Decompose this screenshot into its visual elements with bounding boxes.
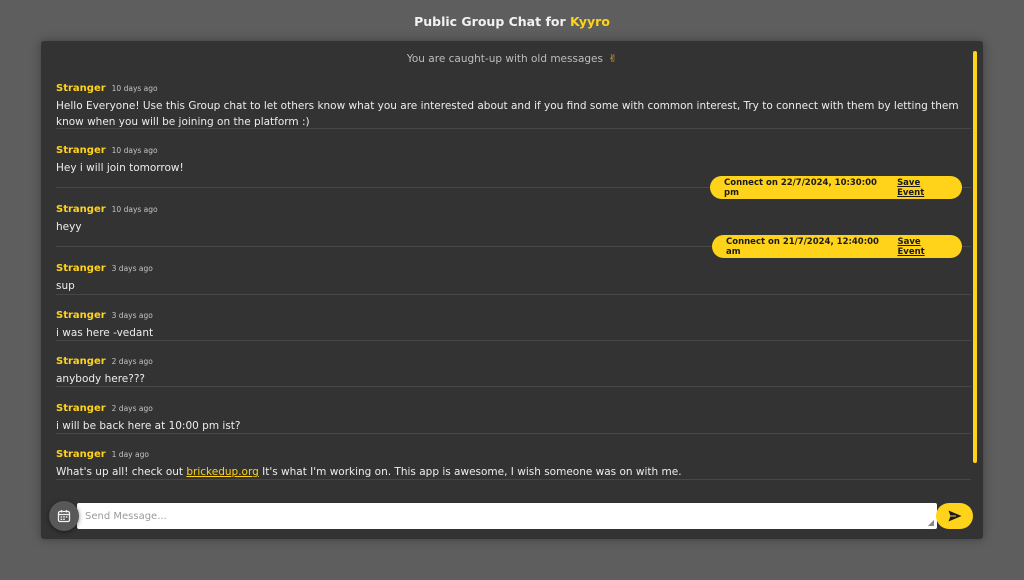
resize-handle-icon[interactable]: ◢ xyxy=(928,519,934,527)
message-text: i was here -vedant xyxy=(56,327,154,339)
message-link[interactable]: brickedup.org xyxy=(186,466,258,478)
message-author[interactable]: Stranger xyxy=(56,356,106,367)
message-text-before: What's up all! check out xyxy=(56,466,187,478)
chat-message: Stranger 2 days ago i will be back here … xyxy=(56,403,971,434)
chat-message: Stranger 3 days ago i was here -vedant xyxy=(56,310,971,341)
message-author[interactable]: Stranger xyxy=(56,263,106,274)
caught-up-text: You are caught-up with old messages xyxy=(406,53,603,65)
message-text-after: It's what I'm working on. This app is aw… xyxy=(258,466,682,478)
message-text: sup xyxy=(56,280,75,292)
message-input[interactable] xyxy=(77,503,937,529)
message-text: anybody here??? xyxy=(56,373,145,385)
message-author[interactable]: Stranger xyxy=(56,145,106,156)
message-text: heyy xyxy=(56,221,82,233)
message-text: Hello Everyone! Use this Group chat to l… xyxy=(56,100,959,128)
chat-message: Stranger 3 days ago sup xyxy=(56,263,971,295)
message-time: 3 days ago xyxy=(111,311,153,320)
message-time: 10 days ago xyxy=(111,84,158,93)
brand-name: Kyyro xyxy=(570,14,610,29)
message-author[interactable]: Stranger xyxy=(56,310,106,321)
event-label: Connect on 22/7/2024, 10:30:00 pm xyxy=(724,177,877,198)
message-time: 1 day ago xyxy=(111,450,149,459)
message-author[interactable]: Stranger xyxy=(56,204,106,215)
save-event-button[interactable]: Save Event xyxy=(897,237,948,257)
message-text: Hey i will join tomorrow! xyxy=(56,162,184,174)
scrollbar[interactable] xyxy=(973,51,977,463)
event-card: Connect on 22/7/2024, 10:30:00 pm Save E… xyxy=(710,176,962,199)
message-text: i will be back here at 10:00 pm ist? xyxy=(56,420,241,432)
message-time: 2 days ago xyxy=(111,404,153,413)
message-author[interactable]: Stranger xyxy=(56,403,106,414)
calendar-icon xyxy=(57,510,71,523)
calendar-button[interactable] xyxy=(49,501,79,531)
page-title-prefix: Public Group Chat for xyxy=(414,14,570,29)
chat-message: Stranger 1 day ago What's up all! check … xyxy=(56,449,971,480)
send-button[interactable] xyxy=(936,503,973,529)
event-label: Connect on 21/7/2024, 12:40:00 am xyxy=(726,236,879,257)
send-icon xyxy=(948,510,961,522)
message-text: What's up all! check out brickedup.org I… xyxy=(56,465,971,481)
event-card: Connect on 21/7/2024, 12:40:00 am Save E… xyxy=(712,235,962,258)
caught-up-notice: You are caught-up with old messages ✌ xyxy=(41,53,983,65)
chat-panel: You are caught-up with old messages ✌ St… xyxy=(41,41,983,539)
message-input-wrapper: ◢ xyxy=(77,503,937,529)
message-time: 2 days ago xyxy=(111,357,153,366)
message-time: 3 days ago xyxy=(111,264,153,273)
victory-hand-icon: ✌ xyxy=(608,53,618,65)
message-author[interactable]: Stranger xyxy=(56,83,106,94)
message-author[interactable]: Stranger xyxy=(56,449,106,460)
save-event-button[interactable]: Save Event xyxy=(897,178,948,198)
page-title: Public Group Chat for Kyyro xyxy=(0,14,1024,29)
message-time: 10 days ago xyxy=(111,205,158,214)
chat-message: Stranger 2 days ago anybody here??? xyxy=(56,356,971,387)
chat-message: Stranger 10 days ago Hello Everyone! Use… xyxy=(56,83,971,129)
message-time: 10 days ago xyxy=(111,146,158,155)
